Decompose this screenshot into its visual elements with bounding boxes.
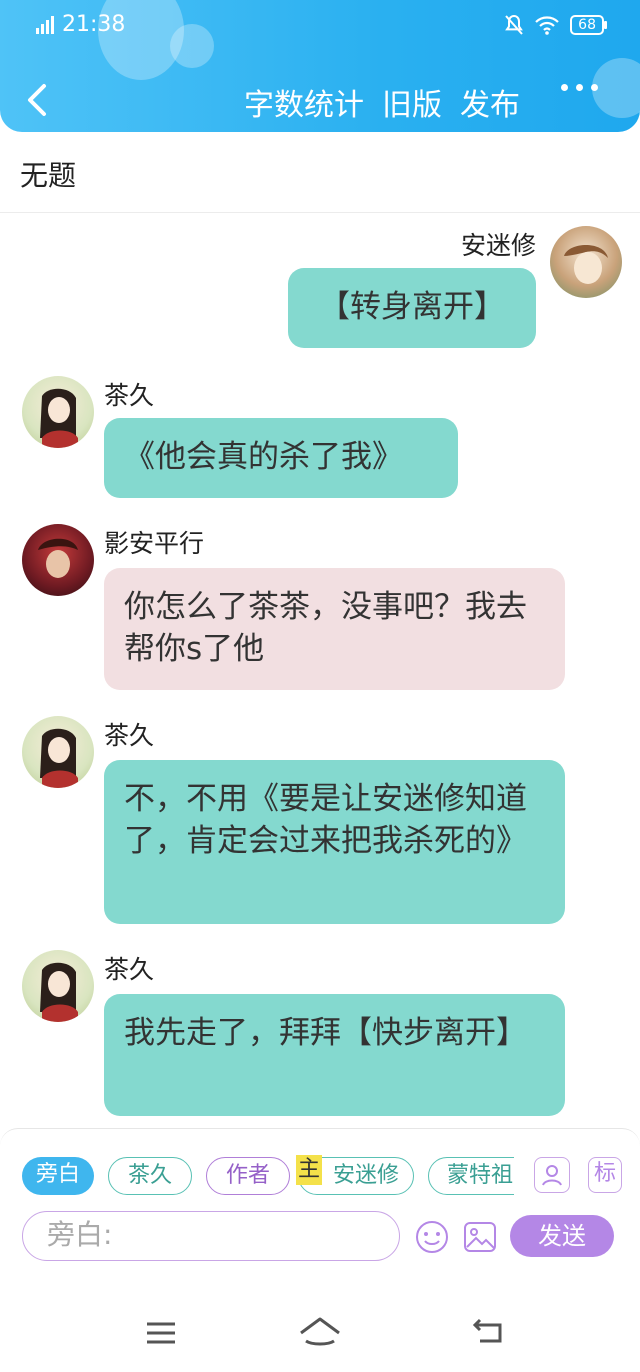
avatar-chajiu[interactable] <box>22 950 94 1022</box>
message-bubble[interactable]: 你怎么了茶茶，没事吧？我去帮你s了他 <box>104 568 565 690</box>
sender-name: 影安平行 <box>104 529 205 558</box>
status-time: 21:38 <box>62 12 126 37</box>
image-icon[interactable] <box>462 1219 498 1255</box>
input-row: 旁白: 发送 <box>22 1211 622 1263</box>
more-options-icon[interactable] <box>561 84 598 91</box>
back-icon[interactable] <box>470 1317 506 1347</box>
system-nav-bar <box>0 1263 640 1372</box>
role-chip-author[interactable]: 作者 <box>206 1157 290 1195</box>
avatar-chajiu[interactable] <box>22 716 94 788</box>
app-header: 21:38 68 字数统计 旧版 发布 <box>0 0 640 132</box>
message-bubble[interactable]: 《他会真的杀了我》 <box>104 418 458 498</box>
story-title: 无题 <box>20 159 77 192</box>
emoji-icon[interactable] <box>414 1219 450 1255</box>
main-role-tag: 主 <box>296 1155 322 1185</box>
sender-name: 安迷修 <box>460 231 536 260</box>
sender-name: 茶久 <box>104 381 155 410</box>
role-chip-narrator[interactable]: 旁白 <box>22 1157 94 1195</box>
avatar-chajiu[interactable] <box>22 376 94 448</box>
word-count-button[interactable]: 字数统计 <box>244 80 364 124</box>
wifi-icon <box>535 16 559 35</box>
role-chip-clip: 蒙特祖 <box>428 1157 514 1197</box>
sender-name: 茶久 <box>104 955 155 984</box>
battery-indicator: 68 <box>570 15 607 35</box>
home-icon[interactable] <box>298 1315 342 1349</box>
role-chip-row: 旁白 茶久 作者 安迷修 主 蒙特祖 标 <box>22 1155 622 1197</box>
tag-button[interactable]: 标 <box>588 1157 622 1193</box>
header-actions: 字数统计 旧版 发布 <box>244 80 520 124</box>
mute-bell-icon <box>505 14 524 35</box>
avatar-anmixiu[interactable] <box>550 226 622 298</box>
role-chip-chajiu[interactable]: 茶久 <box>108 1157 192 1195</box>
message-bubble[interactable]: 我先走了，拜拜【快步离开】 <box>104 994 565 1116</box>
message-bubble[interactable]: 不，不用《要是让安迷修知道了，肯定会过来把我杀死的》 <box>104 760 565 924</box>
status-bar: 21:38 68 <box>0 8 640 44</box>
user-card-icon[interactable] <box>534 1157 570 1193</box>
publish-button[interactable]: 发布 <box>460 80 520 124</box>
story-title-bar[interactable]: 无题 <box>0 132 640 213</box>
avatar-yinganpingxing[interactable] <box>22 524 94 596</box>
menu-icon[interactable] <box>144 1319 178 1347</box>
signal-icon <box>36 15 54 34</box>
old-version-button[interactable]: 旧版 <box>382 80 442 124</box>
role-chip-montezuma[interactable]: 蒙特祖 <box>428 1157 514 1195</box>
send-button[interactable]: 发送 <box>510 1215 614 1257</box>
compose-panel: 旁白 茶久 作者 安迷修 主 蒙特祖 标 旁白: 发送 <box>0 1128 640 1264</box>
message-input[interactable]: 旁白: <box>22 1211 400 1261</box>
back-arrow-icon[interactable] <box>22 80 52 120</box>
nav-bar: 字数统计 旧版 发布 <box>0 74 640 128</box>
message-bubble[interactable]: 【转身离开】 <box>288 268 536 348</box>
sender-name: 茶久 <box>104 721 155 750</box>
